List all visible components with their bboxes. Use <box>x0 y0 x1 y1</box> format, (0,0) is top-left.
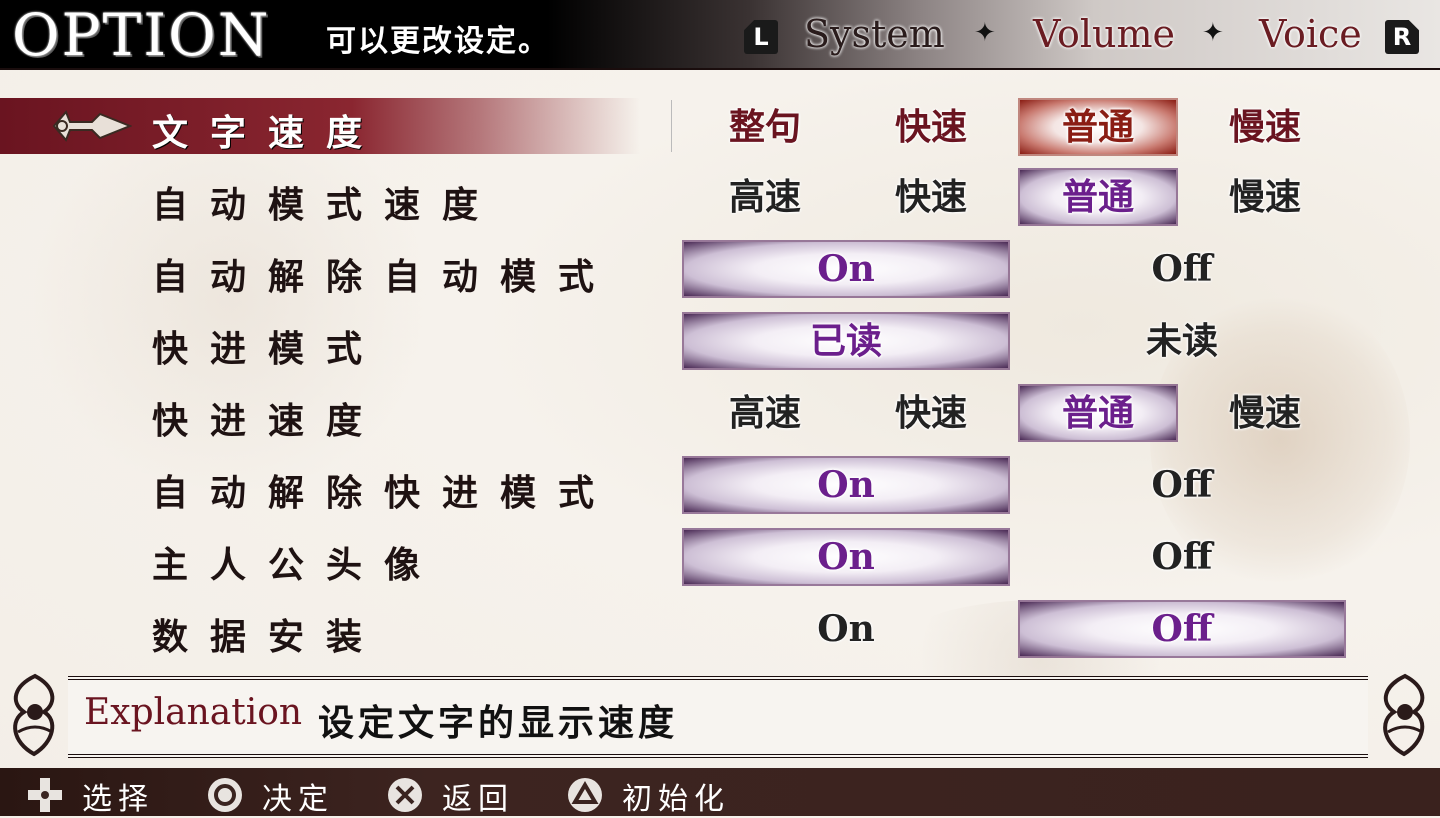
setting-row-protagonist-portrait: 主人公头像 On Off <box>0 528 1440 590</box>
explanation-text: 设定文字的显示速度 <box>318 703 679 744</box>
option-button[interactable]: 慢速 <box>1200 386 1330 440</box>
cross-button-icon <box>388 778 422 812</box>
tab-voice[interactable]: Voice <box>1259 12 1362 56</box>
option-button[interactable]: 慢速 <box>1200 170 1330 224</box>
option-button[interactable]: 快速 <box>866 100 996 154</box>
row-label: 自动模式速度 <box>152 184 501 226</box>
option-button[interactable]: On <box>684 602 1008 656</box>
hint-select-label: 选择 <box>82 782 154 817</box>
option-button-selected[interactable]: 已读 <box>682 312 1010 370</box>
circle-button-icon <box>208 778 242 812</box>
option-button[interactable]: 未读 <box>1020 314 1344 368</box>
option-button-selected[interactable]: Off <box>1018 600 1346 658</box>
setting-row-skip-speed: 快进速度 高速 快速 普通 慢速 <box>0 384 1440 446</box>
option-button[interactable]: 整句 <box>700 100 830 154</box>
hint-reset-label: 初始化 <box>622 782 730 817</box>
row-label: 快进模式 <box>152 328 385 370</box>
explanation-label: Explanation <box>84 692 303 733</box>
option-button-selected[interactable]: 普通 <box>1018 168 1178 226</box>
page-title: OPTION <box>12 1 271 69</box>
dpad-icon <box>28 778 62 812</box>
setting-row-auto-speed: 自动模式速度 高速 快速 普通 慢速 <box>0 168 1440 230</box>
option-button[interactable]: 快速 <box>866 386 996 440</box>
option-button[interactable]: 快速 <box>866 170 996 224</box>
row-label: 自动解除快进模式 <box>152 472 617 514</box>
option-button[interactable]: 慢速 <box>1200 100 1330 154</box>
option-button[interactable]: 高速 <box>700 170 830 224</box>
separator-icon: ✦ <box>1202 18 1224 48</box>
ornament-icon <box>13 673 55 757</box>
page-subtitle: 可以更改设定。 <box>326 24 550 59</box>
option-button[interactable]: Off <box>1020 530 1344 584</box>
option-button-selected[interactable]: On <box>682 456 1010 514</box>
tab-system[interactable]: System <box>804 12 945 56</box>
row-label: 主人公头像 <box>152 544 443 586</box>
row-label: 快进速度 <box>152 400 385 442</box>
ornament-icon <box>1383 673 1425 757</box>
option-button[interactable]: Off <box>1020 242 1344 296</box>
option-button[interactable]: Off <box>1020 458 1344 512</box>
option-button-selected[interactable]: 普通 <box>1018 384 1178 442</box>
l-shoulder-icon[interactable]: L <box>744 20 778 54</box>
row-label: 自动解除自动模式 <box>152 256 617 298</box>
setting-row-data-install: 数据安装 On Off <box>0 600 1440 662</box>
option-button[interactable]: 高速 <box>700 386 830 440</box>
setting-row-auto-cancel-skip: 自动解除快进模式 On Off <box>0 456 1440 518</box>
option-button-selected[interactable]: On <box>682 528 1010 586</box>
top-bar: OPTION 可以更改设定。 L System ✦ Volume ✦ Voice… <box>0 0 1440 70</box>
row-label: 文字速度 <box>152 112 385 154</box>
setting-row-auto-cancel-auto: 自动解除自动模式 On Off <box>0 240 1440 302</box>
hint-confirm-label: 决定 <box>262 782 334 817</box>
separator-icon: ✦ <box>974 18 996 48</box>
option-button-selected[interactable]: On <box>682 240 1010 298</box>
row-label: 数据安装 <box>152 616 385 658</box>
triangle-button-icon <box>568 778 602 812</box>
setting-row-skip-mode: 快进模式 已读 未读 <box>0 312 1440 374</box>
option-button-selected[interactable]: 普通 <box>1018 98 1178 156</box>
setting-row-text-speed: 文字速度 整句 快速 普通 慢速 <box>0 98 1440 158</box>
r-shoulder-icon[interactable]: R <box>1385 20 1419 54</box>
tab-volume[interactable]: Volume <box>1033 12 1175 56</box>
hint-back-label: 返回 <box>442 782 514 817</box>
